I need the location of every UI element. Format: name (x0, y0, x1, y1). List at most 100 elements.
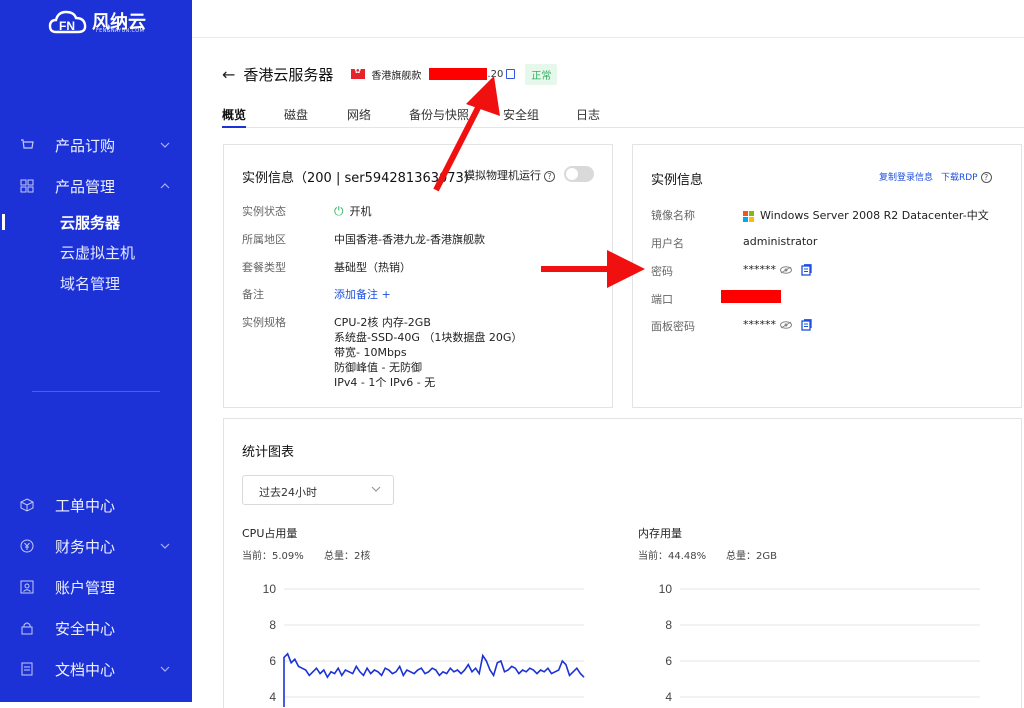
plan-value: 基础型（热销） (334, 261, 411, 274)
nav-tickets[interactable]: 工单中心 (0, 490, 192, 520)
copy-icon[interactable] (801, 319, 812, 331)
sidebar: FN 风纳云 FENGNAYUN.COM 产品订购 产品管理 云服务器 云虚拟主… (0, 0, 192, 702)
copy-login-link[interactable]: 复制登录信息 (879, 170, 933, 183)
tab-log[interactable]: 日志 (576, 106, 600, 128)
chevron-down-icon (371, 486, 381, 492)
chevron-down-icon (160, 666, 170, 672)
nav-product-order[interactable]: 产品订购 (0, 130, 192, 160)
time-range-select[interactable]: 过去24小时 (242, 475, 394, 505)
nav-cloud-server[interactable]: 云服务器 (0, 208, 192, 236)
status-value: ⏻ 开机 (334, 203, 372, 219)
nav-label: 产品管理 (55, 177, 116, 196)
cpu-chart: 10864 (263, 582, 585, 707)
tab-overview[interactable]: 概览 (222, 106, 247, 128)
top-bar (192, 0, 1024, 38)
add-remark-link[interactable]: 添加备注 + (334, 286, 391, 302)
download-rdp-text: 下载RDP (941, 173, 978, 183)
vm-toggle[interactable] (564, 166, 594, 182)
cpu-total: 总量：2核 (324, 551, 371, 562)
status-text: 开机 (349, 205, 372, 218)
sub-label: 云虚拟主机 (60, 243, 136, 262)
row-label: 备注 (242, 288, 264, 301)
memory-chart: 10864 (659, 582, 980, 704)
mem-chart-title: 内存用量 (638, 527, 682, 540)
port-redaction (721, 290, 781, 303)
hk-flag-icon (351, 66, 366, 79)
stats-card: 统计图表 过去24小时 CPU占用量 当前：5.09% 总量：2核 内存用量 当… (223, 418, 1022, 708)
y-tick-label: 8 (269, 618, 276, 632)
main-content: ← 香港云服务器 香港旗舰款 .20 正常 概览 磁盘 网络 备份与快照 安全组… (192, 38, 1024, 708)
tab-network[interactable]: 网络 (347, 106, 371, 128)
password-value: ****** (743, 263, 812, 276)
instance-info-card: 实例信息（200 | ser594281363073） 模拟物理机运行? 实例状… (223, 144, 613, 408)
card-title: 实例信息（200 | ser594281363073） (242, 171, 477, 186)
vm-toggle-text: 模拟物理机运行 (464, 169, 541, 182)
series-line (283, 652, 585, 707)
panel-password-value: ****** (743, 318, 812, 331)
tab-security-group[interactable]: 安全组 (503, 106, 539, 128)
nav-label: 安全中心 (55, 619, 116, 638)
spec-line: 带宽- 10Mbps (334, 346, 407, 359)
copy-icon[interactable] (506, 69, 516, 79)
row-label: 实例规格 (242, 316, 286, 329)
lock-icon (21, 622, 33, 635)
mem-total: 总量：2GB (726, 551, 777, 562)
nav-label: 工单中心 (55, 496, 116, 515)
tab-backup[interactable]: 备份与快照 (409, 106, 469, 128)
sidebar-divider (32, 391, 160, 392)
image-text: Windows Server 2008 R2 Datacenter-中文 (760, 209, 989, 222)
nav-label: 财务中心 (55, 537, 116, 556)
row-label: 用户名 (651, 237, 684, 250)
user-card-icon (20, 580, 34, 594)
nav-domain[interactable]: 域名管理 (0, 269, 192, 297)
eye-off-icon[interactable] (779, 266, 792, 274)
password-text: ****** (743, 263, 776, 276)
spec-line: 防御峰值 - 无防御 (334, 361, 422, 374)
yen-icon (20, 539, 34, 553)
cube-icon (20, 498, 34, 512)
y-tick-label: 6 (269, 654, 276, 668)
nav-docs[interactable]: 文档中心 (0, 654, 192, 684)
row-label: 镜像名称 (651, 209, 695, 222)
image-value: Windows Server 2008 R2 Datacenter-中文 (743, 207, 989, 223)
title-row: ← 香港云服务器 香港旗舰款 .20 正常 (222, 63, 558, 85)
spec-line: 系统盘-SSD-40G （1块数据盘 20G） (334, 331, 523, 344)
nav-label: 产品订购 (55, 136, 116, 155)
cpu-chart-title: CPU占用量 (242, 527, 298, 540)
back-arrow-icon[interactable]: ← (222, 65, 235, 84)
row-label: 所属地区 (242, 233, 286, 246)
row-label: 套餐类型 (242, 261, 286, 274)
download-rdp-link[interactable]: 下载RDP? (941, 170, 992, 183)
spec-line: CPU-2核 内存-2GB (334, 316, 431, 329)
eye-off-icon[interactable] (779, 321, 792, 329)
nav-finance[interactable]: 财务中心 (0, 531, 192, 561)
y-tick-label: 6 (665, 654, 672, 668)
nav-account[interactable]: 账户管理 (0, 572, 192, 602)
y-tick-label: 8 (665, 618, 672, 632)
logo-subtext: FENGNAYUN.COM (96, 28, 145, 34)
region-tag: 香港旗舰款 (371, 70, 422, 82)
sub-label: 云服务器 (60, 213, 121, 232)
row-label: 端口 (651, 293, 673, 306)
row-label: 密码 (651, 265, 673, 278)
tab-disk[interactable]: 磁盘 (284, 106, 308, 128)
copy-icon[interactable] (801, 264, 812, 276)
ip-redaction (429, 68, 488, 80)
cpu-current: 当前：5.09% (242, 551, 304, 562)
status-badge: 正常 (525, 63, 558, 85)
help-icon[interactable]: ? (980, 172, 992, 183)
vm-toggle-label: 模拟物理机运行? (464, 167, 555, 183)
card-title: 实例信息 (651, 173, 704, 188)
login-info-card: 实例信息 复制登录信息 下载RDP? 镜像名称 Windows Server 2… (632, 144, 1022, 408)
tab-bar: 概览 磁盘 网络 备份与快照 安全组 日志 (222, 106, 1024, 128)
chevron-up-icon (160, 183, 170, 189)
help-icon[interactable]: ? (544, 170, 555, 182)
power-icon: ⏻ (334, 204, 344, 218)
sub-label: 域名管理 (60, 274, 121, 293)
nav-product-manage[interactable]: 产品管理 (0, 171, 192, 201)
nav-security[interactable]: 安全中心 (0, 613, 192, 643)
nav-virtual-host[interactable]: 云虚拟主机 (0, 238, 192, 266)
grid-icon (20, 179, 34, 193)
y-tick-label: 10 (659, 582, 673, 596)
card-title: 统计图表 (242, 445, 295, 460)
